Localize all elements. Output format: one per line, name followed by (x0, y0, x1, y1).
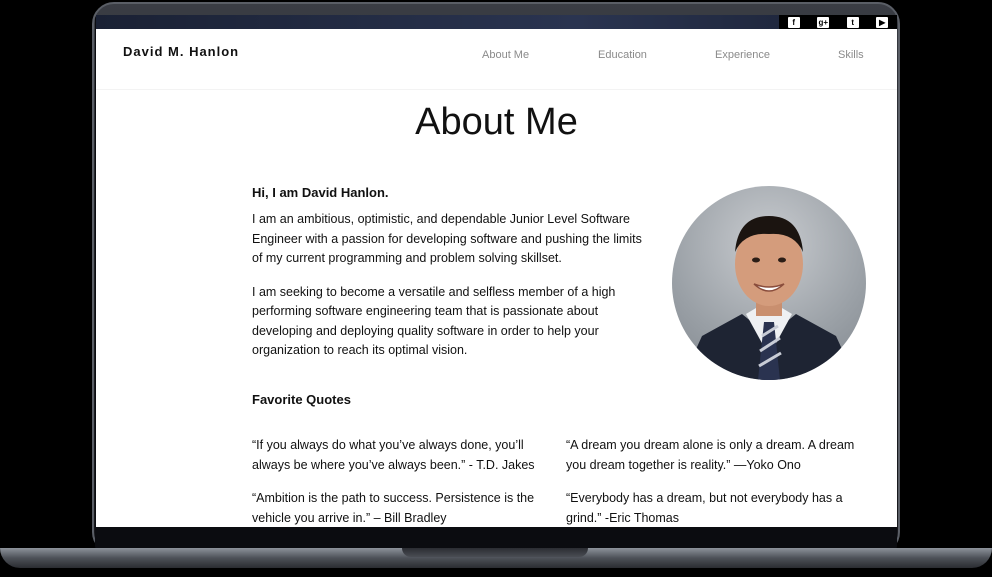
nav-experience[interactable]: Experience (715, 49, 770, 61)
google-plus-icon[interactable]: g+ (817, 16, 830, 28)
about-paragraph: I am an ambitious, optimistic, and depen… (252, 212, 642, 265)
nav-education[interactable]: Education (598, 49, 647, 61)
navbar: David M. Hanlon About Me Education Exper… (96, 29, 897, 90)
about-content: Hi, I am David Hanlon. I am an ambitious… (252, 185, 652, 361)
site-brand[interactable]: David M. Hanlon (123, 44, 239, 59)
nav-about-me[interactable]: About Me (482, 49, 529, 61)
nav-skills[interactable]: Skills (838, 49, 864, 61)
quotes-heading: Favorite Quotes (252, 392, 351, 407)
greeting: Hi, I am David Hanlon. (252, 185, 389, 200)
browser-viewport: f g+ t ▶ David M. Hanlon About Me Educat… (96, 15, 897, 527)
social-bar: f g+ t ▶ (96, 15, 897, 29)
profile-photo (672, 186, 866, 380)
twitter-icon[interactable]: t (846, 16, 859, 28)
youtube-icon[interactable]: ▶ (876, 16, 889, 28)
quote: “Everybody has a dream, but not everybod… (566, 491, 843, 525)
portrait-illustration (682, 216, 856, 380)
page-title: About Me (415, 101, 578, 143)
quote: “If you always do what you’ve always don… (252, 438, 535, 472)
quote: “Ambition is the path to success. Persis… (252, 491, 535, 525)
laptop-hinge-notch (402, 548, 588, 557)
about-paragraph: I am seeking to become a versatile and s… (252, 284, 616, 358)
social-icons: f g+ t ▶ (779, 15, 897, 29)
facebook-icon[interactable]: f (787, 16, 800, 28)
quote: “A dream you dream alone is only a dream… (566, 438, 855, 472)
